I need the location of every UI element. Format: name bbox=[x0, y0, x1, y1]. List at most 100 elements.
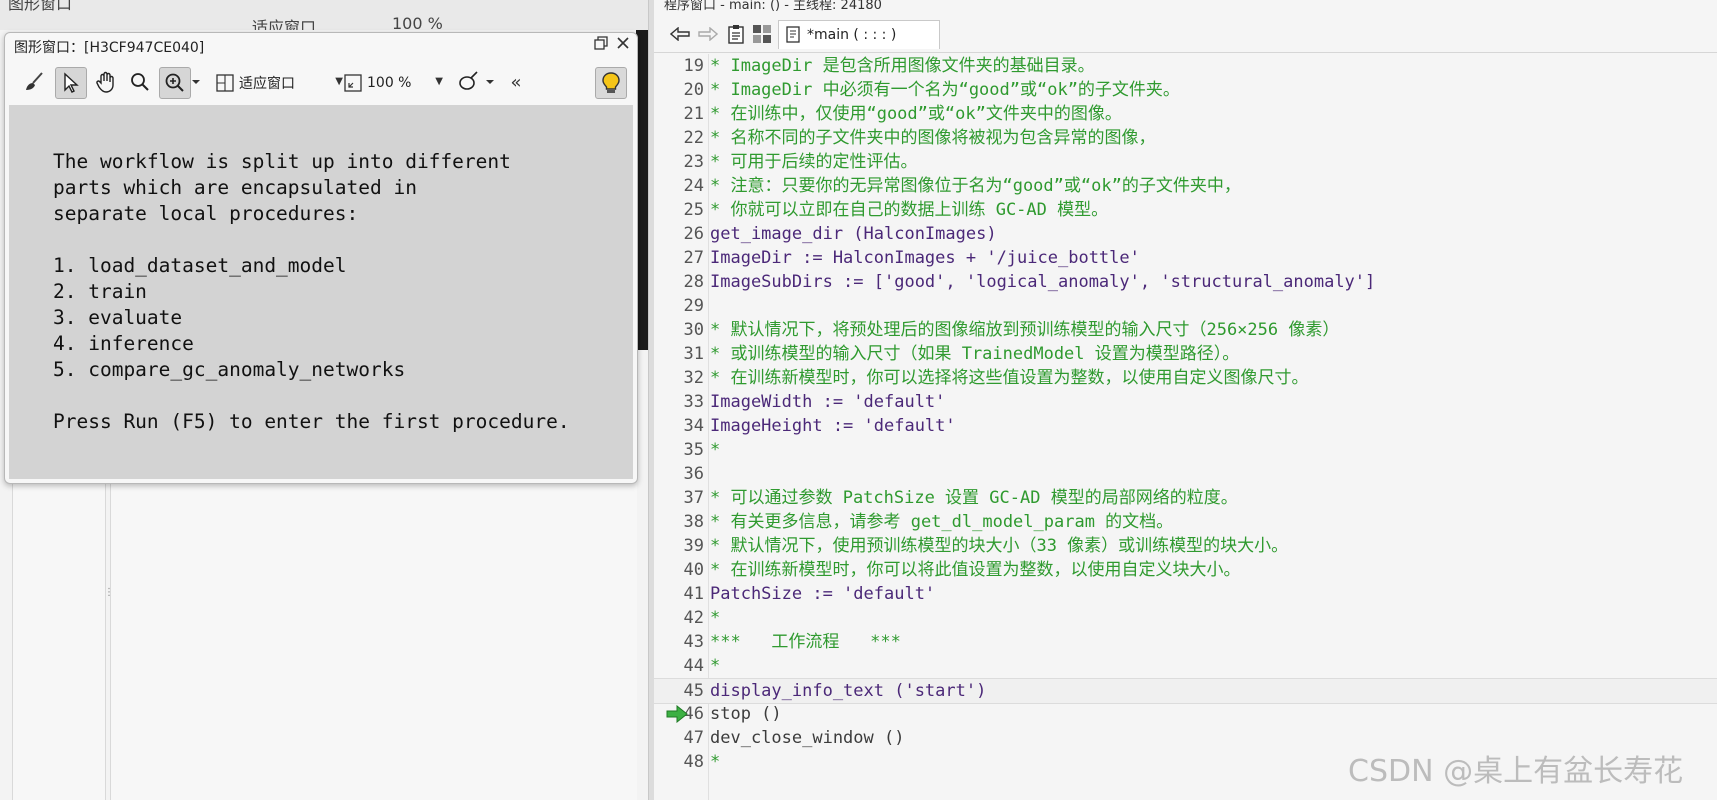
line-number: 39 bbox=[683, 536, 704, 556]
code-line[interactable]: 28 ImageSubDirs := ['good', 'logical_anom… bbox=[654, 270, 1717, 294]
editor-toolbar: *main ( : : : ) bbox=[654, 16, 1717, 53]
line-number: 38 bbox=[683, 512, 704, 532]
pointer-icon[interactable] bbox=[55, 67, 87, 99]
code-statement: dev_close_window () bbox=[710, 728, 905, 748]
line-number: 40 bbox=[683, 560, 704, 580]
line-number: 32 bbox=[683, 368, 704, 388]
code-comment: * 默认情况下，使用预训练模型的块大小（33 像素）或训练模型的块大小。 bbox=[710, 536, 1289, 556]
grid-layout-icon[interactable] bbox=[750, 22, 774, 46]
fit-window-label: 适应窗口 bbox=[239, 76, 295, 92]
center-pane bbox=[110, 482, 637, 800]
zoom-dropdown-icon[interactable] bbox=[189, 67, 203, 97]
info-line: 4. inference bbox=[53, 332, 194, 355]
code-line[interactable]: 32 * 在训练新模型时，你可以选择将这些值设置为整数，以使用自定义图像尺寸。 bbox=[654, 366, 1717, 390]
code-comment: * 名称不同的子文件夹中的图像将被视为包含异常的图像， bbox=[710, 128, 1156, 148]
code-line[interactable]: 46 stop () bbox=[654, 702, 1717, 726]
code-line[interactable]: 22 * 名称不同的子文件夹中的图像将被视为包含异常的图像， bbox=[654, 126, 1717, 150]
code-comment: * 在训练新模型时，你可以选择将这些值设置为整数，以使用自定义图像尺寸。 bbox=[710, 368, 1309, 388]
left-pane bbox=[12, 482, 106, 800]
collapse-toolbar-button[interactable]: « bbox=[501, 67, 531, 97]
code-line[interactable]: 40 * 在训练新模型时，你可以将此值设置为整数，以使用自定义块大小。 bbox=[654, 558, 1717, 582]
tab-main[interactable]: *main ( : : : ) bbox=[778, 20, 940, 49]
restore-icon[interactable] bbox=[591, 35, 611, 55]
code-statement: PatchSize := 'default' bbox=[710, 584, 936, 604]
code-line[interactable]: 26 get_image_dir (HalconImages) bbox=[654, 222, 1717, 246]
code-comment: * ImageDir 中必须有一个名为“good”或“ok”的子文件夹。 bbox=[710, 80, 1180, 100]
code-statement: ImageHeight := 'default' bbox=[710, 416, 956, 436]
draw-region-icon[interactable] bbox=[455, 67, 485, 97]
line-number: 21 bbox=[683, 104, 704, 124]
code-line[interactable]: 21 * 在训练中，仅使用“good”或“ok”文件夹中的图像。 bbox=[654, 102, 1717, 126]
info-line: The workflow is split up into different bbox=[53, 150, 511, 173]
code-statement: display_info_text ('start') bbox=[710, 681, 987, 701]
code-editor[interactable]: 19 * ImageDir 是包含所用图像文件夹的基础目录。 20 * ImageDi… bbox=[654, 54, 1717, 800]
code-line[interactable]: 41 PatchSize := 'default' bbox=[654, 582, 1717, 606]
magnifier-icon[interactable] bbox=[125, 67, 155, 97]
code-comment: * bbox=[710, 752, 721, 772]
code-line[interactable]: 24 * 注意：只要你的无异常图像位于名为“good”或“ok”的子文件夹中， bbox=[654, 174, 1717, 198]
code-comment: * 你就可以立即在自己的数据上训练 GC-AD 模型。 bbox=[710, 200, 1109, 220]
tab-main-label: *main ( : : : ) bbox=[807, 27, 897, 43]
graphics-window-titlebar[interactable]: 图形窗口：[H3CF947CE040] bbox=[5, 33, 637, 59]
back-arrow-icon[interactable] bbox=[668, 22, 692, 46]
code-line[interactable]: 27 ImageDir := HalconImages + '/juice_bot… bbox=[654, 246, 1717, 270]
line-number: 43 bbox=[683, 632, 704, 652]
code-line[interactable]: 19 * ImageDir 是包含所用图像文件夹的基础目录。 bbox=[654, 54, 1717, 78]
code-line[interactable]: 34 ImageHeight := 'default' bbox=[654, 414, 1717, 438]
code-line[interactable]: 35 * bbox=[654, 438, 1717, 462]
line-number: 31 bbox=[683, 344, 704, 364]
zoom-percent-select[interactable]: 100 % ▼ bbox=[343, 70, 443, 96]
code-line[interactable]: 29 bbox=[654, 294, 1717, 318]
code-line[interactable]: 39 * 默认情况下，使用预训练模型的块大小（33 像素）或训练模型的块大小。 bbox=[654, 534, 1717, 558]
code-statement: ImageDir := HalconImages + '/juice_bottl… bbox=[710, 248, 1140, 268]
code-comment: * 可以通过参数 PatchSize 设置 GC-AD 模型的局部网络的粒度。 bbox=[710, 488, 1238, 508]
code-comment: * bbox=[710, 656, 721, 676]
code-line[interactable]: 44 * bbox=[654, 654, 1717, 678]
procedure-icon bbox=[786, 26, 800, 43]
draw-dropdown-icon[interactable] bbox=[483, 67, 497, 97]
watermark: CSDN @桌上有盆长寿花 bbox=[1348, 754, 1684, 789]
graphics-window-title: 图形窗口：[H3CF947CE040] bbox=[14, 40, 205, 56]
hand-pan-icon[interactable] bbox=[91, 67, 121, 97]
forward-arrow-icon[interactable] bbox=[696, 22, 720, 46]
close-icon[interactable] bbox=[613, 35, 633, 55]
line-number: 47 bbox=[683, 728, 704, 748]
lightbulb-icon[interactable] bbox=[595, 67, 627, 99]
program-window-titlebar: 程序窗口 - main: () - 主线程: 24180 bbox=[654, 0, 1717, 12]
graphics-canvas[interactable]: The workflow is split up into different … bbox=[9, 105, 633, 479]
code-line[interactable]: 33 ImageWidth := 'default' bbox=[654, 390, 1717, 414]
code-statement: ImageSubDirs := ['good', 'logical_anomal… bbox=[710, 272, 1376, 292]
code-line[interactable]: 42 * bbox=[654, 606, 1717, 630]
line-number: 20 bbox=[683, 80, 704, 100]
zoom-in-icon[interactable] bbox=[159, 67, 191, 99]
zoom-percent-arrow-icon: ▼ bbox=[435, 76, 443, 87]
line-number: 42 bbox=[683, 608, 704, 628]
line-number: 26 bbox=[683, 224, 704, 244]
line-number: 29 bbox=[683, 296, 704, 316]
code-line[interactable]: 38 * 有关更多信息，请参考 get_dl_model_param 的文档。 bbox=[654, 510, 1717, 534]
code-line[interactable]: 43 *** 工作流程 *** bbox=[654, 630, 1717, 654]
code-comment: * 在训练中，仅使用“good”或“ok”文件夹中的图像。 bbox=[710, 104, 1122, 124]
info-line: separate local procedures: bbox=[53, 202, 359, 225]
code-comment: * 可用于后续的定性评估。 bbox=[710, 152, 918, 172]
code-line[interactable]: 31 * 或训练模型的输入尺寸（如果 TrainedModel 设置为模型路径）。 bbox=[654, 342, 1717, 366]
code-line[interactable]: 36 bbox=[654, 462, 1717, 486]
code-line[interactable]: 25 * 你就可以立即在自己的数据上训练 GC-AD 模型。 bbox=[654, 198, 1717, 222]
code-line[interactable]: 23 * 可用于后续的定性评估。 bbox=[654, 150, 1717, 174]
code-line[interactable]: 45 display_info_text ('start') bbox=[654, 678, 1717, 704]
line-number: 44 bbox=[683, 656, 704, 676]
graphics-toolbar: 适应窗口 ▼ 100 % ▼ « bbox=[11, 61, 631, 106]
line-number: 48 bbox=[683, 752, 704, 772]
code-line[interactable]: 20 * ImageDir 中必须有一个名为“good”或“ok”的子文件夹。 bbox=[654, 78, 1717, 102]
zoom-percent-icon bbox=[344, 74, 362, 92]
clear-brush-icon[interactable] bbox=[19, 67, 49, 97]
graphics-window: 图形窗口：[H3CF947CE040] 适应窗口 ▼ 100 % ▼ « The… bbox=[4, 32, 638, 484]
code-line[interactable]: 37 * 可以通过参数 PatchSize 设置 GC-AD 模型的局部网络的粒度… bbox=[654, 486, 1717, 510]
code-comment: * 或训练模型的输入尺寸（如果 TrainedModel 设置为模型路径）。 bbox=[710, 344, 1240, 364]
line-number: 30 bbox=[683, 320, 704, 340]
fit-window-select[interactable]: 适应窗口 ▼ bbox=[215, 70, 343, 96]
code-line[interactable]: 30 * 默认情况下，将预处理后的图像缩放到预训练模型的输入尺寸（256×256 … bbox=[654, 318, 1717, 342]
clipboard-icon[interactable] bbox=[724, 22, 748, 46]
info-line: Press Run (F5) to enter the first proced… bbox=[53, 410, 570, 433]
info-line: parts which are encapsulated in bbox=[53, 176, 417, 199]
